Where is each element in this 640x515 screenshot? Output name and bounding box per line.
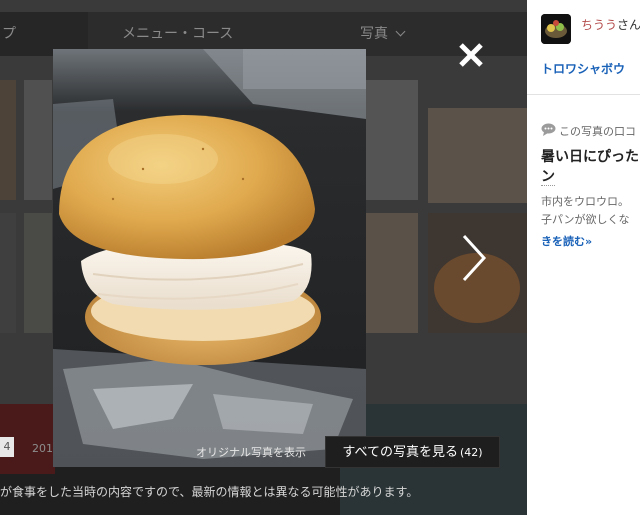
background-thumbnail xyxy=(24,80,52,200)
shop-link[interactable]: トロワシャボウ xyxy=(541,60,625,77)
next-photo-button[interactable] xyxy=(454,230,492,286)
background-thumbnail xyxy=(366,80,418,200)
review-title-line: 暑い日にぴった xyxy=(541,149,639,165)
view-original-link[interactable]: オリジナル写真を表示 xyxy=(196,444,306,460)
review-excerpt: 市内をウロウロ。 子パンが欲しくな xyxy=(541,193,640,229)
review-title-line: ン xyxy=(541,169,555,186)
photo-image xyxy=(53,49,366,467)
disclaimer-text: が食事をした当時の内容ですので、最新の情報とは異なる可能性があります。 xyxy=(0,485,419,499)
background-thumbnail xyxy=(0,213,16,333)
close-button[interactable] xyxy=(456,40,486,70)
reviewer-suffix: さん xyxy=(617,18,640,32)
bun-photo xyxy=(53,49,366,467)
review-excerpt-line: 子パンが欲しくな xyxy=(541,213,630,226)
background-thumbnail xyxy=(24,213,52,333)
chevron-right-icon xyxy=(462,234,487,282)
background-thumbnail xyxy=(428,108,527,203)
background-thumbnail xyxy=(366,213,418,333)
review-label: この写真の口コ xyxy=(559,125,636,138)
divider xyxy=(527,94,640,95)
avatar[interactable] xyxy=(541,14,571,44)
review-title[interactable]: 暑い日にぴった ン xyxy=(541,147,640,187)
speech-bubble-icon xyxy=(541,123,556,136)
photo-count: (42) xyxy=(459,446,483,459)
reviewer-name[interactable]: ちううさん xyxy=(581,16,640,33)
background-thumbnail xyxy=(0,80,16,200)
review-excerpt-line: 市内をウロウロ。 xyxy=(541,195,629,208)
view-all-photos-label: すべての写真を見る xyxy=(342,445,458,460)
review-sidebar: ちううさん トロワシャボウ この写真の口コ 暑い日にぴった ン 市内をウロウロ。… xyxy=(527,0,640,515)
close-icon xyxy=(459,43,483,67)
reviewer-name-text: ちうう xyxy=(581,18,618,32)
chevron-down-icon xyxy=(395,26,406,37)
page-number-badge: 4 xyxy=(0,437,14,457)
read-more-link[interactable]: きを読む» xyxy=(541,233,592,249)
view-all-photos-button[interactable]: すべての写真を見る (42) xyxy=(325,436,500,468)
avatar-image xyxy=(541,14,571,44)
